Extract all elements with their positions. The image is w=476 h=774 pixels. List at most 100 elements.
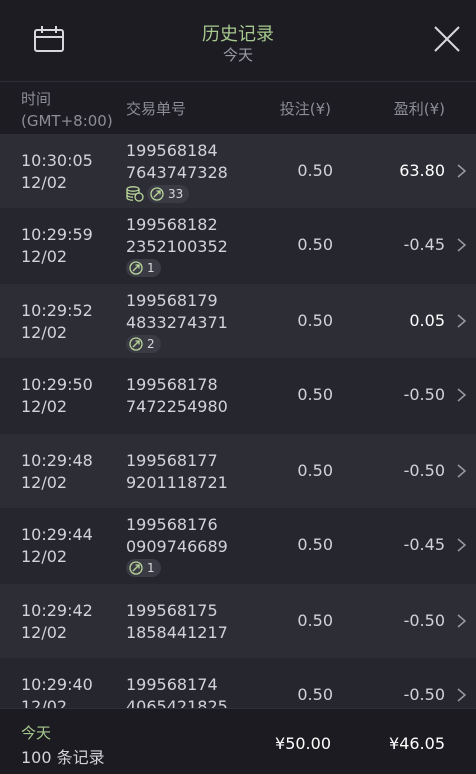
column-order: 交易单号 [126,100,187,118]
row-profit: 63.80 [399,161,445,180]
row-tags: 1 [126,259,161,277]
row-date-value: 12/02 [21,397,68,416]
chevron-right-icon[interactable] [457,314,466,328]
column-header: 时间 (GMT+8:00) 交易单号 投注(¥) 盈利(¥) [0,82,476,134]
row-order-line-2: 9201118721 [126,473,228,492]
row-bet: 0.50 [297,461,333,480]
chevron-right-icon[interactable] [457,538,466,552]
column-time-label: 时间 [21,90,52,108]
record-count: 100 条记录 [21,748,105,767]
row-bet: 0.50 [297,235,333,254]
row-tags: 2 [126,335,161,353]
row-time: 10:29:59 12/02 [21,224,93,268]
row-time-value: 10:29:48 [21,451,93,470]
page-title: 历史记录 [202,24,274,45]
row-time: 10:30:05 12/02 [21,150,93,194]
chevron-right-icon[interactable] [457,688,466,702]
row-order: 199568178 7472254980 [126,374,228,418]
row-order-line-1: 199568177 [126,451,218,470]
row-time: 10:29:50 12/02 [21,374,93,418]
row-bet: 0.50 [297,311,333,330]
chevron-right-icon[interactable] [457,614,466,628]
history-row[interactable]: 10:29:44 12/02 199568176 0909746689 1 0.50 -0.… [0,508,476,584]
history-list[interactable]: 10:30:05 12/02 199568184 7643747328 33 0.50 63… [0,134,476,708]
row-profit: -0.50 [403,685,445,704]
row-date-value: 12/02 [21,623,68,642]
history-row[interactable]: 10:29:40 12/02 199568174 4065421825 0.50 -0.5… [0,658,476,708]
chevron-right-icon[interactable] [457,164,466,178]
row-order: 199568175 1858441217 [126,600,228,644]
row-time: 10:29:42 12/02 [21,600,93,644]
history-row[interactable]: 10:29:42 12/02 199568175 1858441217 0.50 -0.5… [0,584,476,658]
row-date-value: 12/02 [21,697,68,708]
row-time-value: 10:29:40 [21,675,93,694]
column-timezone-label: (GMT+8:00) [21,112,113,130]
multiplier-badge: 33 [147,185,190,203]
round-arrow-icon [129,561,147,575]
close-icon[interactable] [432,24,462,54]
row-order: 199568179 4833274371 [126,290,228,334]
row-order: 199568184 7643747328 [126,140,228,184]
row-order-line-2: 4833274371 [126,313,228,332]
row-bet: 0.50 [297,161,333,180]
row-profit: -0.45 [403,235,445,254]
row-order: 199568182 2352100352 [126,214,228,258]
badge-count: 33 [168,187,184,201]
row-order: 199568174 4065421825 [126,674,228,708]
row-profit: 0.05 [409,311,445,330]
row-time: 10:29:48 12/02 [21,450,93,494]
round-arrow-icon [129,261,147,275]
row-time-value: 10:29:59 [21,225,93,244]
row-date-value: 12/02 [21,323,68,342]
row-profit: -0.45 [403,535,445,554]
row-date-value: 12/02 [21,247,68,266]
total-bet: ¥50.00 [275,734,331,753]
chevron-right-icon[interactable] [457,388,466,402]
row-order: 199568176 0909746689 [126,514,228,558]
column-time: 时间 (GMT+8:00) [21,88,113,132]
row-date-value: 12/02 [21,173,68,192]
row-bet: 0.50 [297,611,333,630]
row-order-line-1: 199568182 [126,215,218,234]
history-row[interactable]: 10:29:52 12/02 199568179 4833274371 2 0.50 0.0… [0,284,476,358]
row-order-line-1: 199568174 [126,675,218,694]
row-order-line-2: 1858441217 [126,623,228,642]
row-profit: -0.50 [403,611,445,630]
row-order-line-1: 199568178 [126,375,218,394]
row-order: 199568177 9201118721 [126,450,228,494]
row-profit: -0.50 [403,385,445,404]
row-bet: 0.50 [297,385,333,404]
summary-period: 今天 [21,724,52,742]
row-order-line-2: 7472254980 [126,397,228,416]
badge-count: 2 [147,337,155,351]
row-time: 10:29:52 12/02 [21,300,93,344]
date-filter-label[interactable]: 今天 [0,44,476,65]
row-order-line-2: 0909746689 [126,537,228,556]
multiplier-badge: 1 [126,559,161,577]
history-row[interactable]: 10:30:05 12/02 199568184 7643747328 33 0.50 63… [0,134,476,208]
column-profit: 盈利(¥) [393,100,445,118]
row-bet: 0.50 [297,535,333,554]
row-time-value: 10:29:44 [21,525,93,544]
history-row[interactable]: 10:29:48 12/02 199568177 9201118721 0.50 -0.5… [0,434,476,508]
chevron-right-icon[interactable] [457,238,466,252]
row-order-line-2: 2352100352 [126,237,228,256]
row-order-line-2: 4065421825 [126,697,228,708]
row-date-value: 12/02 [21,547,68,566]
row-order-line-1: 199568176 [126,515,218,534]
total-profit: ¥46.05 [389,734,445,753]
row-tags: 33 [126,185,190,203]
row-order-line-1: 199568184 [126,141,218,160]
row-time-value: 10:29:50 [21,375,93,394]
history-row[interactable]: 10:29:59 12/02 199568182 2352100352 1 0.50 -0.… [0,208,476,284]
row-order-line-1: 199568175 [126,601,218,620]
row-tags: 1 [126,559,161,577]
badge-count: 1 [147,561,155,575]
row-profit: -0.50 [403,461,445,480]
row-order-line-2: 7643747328 [126,163,228,182]
row-time-value: 10:29:42 [21,601,93,620]
row-bet: 0.50 [297,685,333,704]
history-row[interactable]: 10:29:50 12/02 199568178 7472254980 0.50 -0.5… [0,358,476,434]
chevron-right-icon[interactable] [457,464,466,478]
column-bet: 投注(¥) [279,100,331,118]
